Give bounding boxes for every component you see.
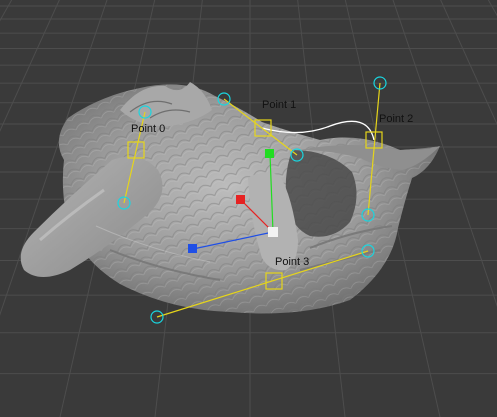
control-point-label: Point 1 xyxy=(262,99,296,111)
gizmo-center-handle[interactable] xyxy=(268,227,278,237)
scene-canvas[interactable]: Point 0 Point 1 Point 2 Point 3 xyxy=(0,0,497,417)
control-point-label: Point 2 xyxy=(379,113,413,125)
control-point-label: Point 3 xyxy=(275,256,309,268)
gizmo-z-axis-handle[interactable] xyxy=(236,195,245,204)
gizmo-x-axis-handle[interactable] xyxy=(188,244,197,253)
3d-viewport[interactable]: Point 0 Point 1 Point 2 Point 3 xyxy=(0,0,497,417)
gizmo-y-axis-handle[interactable] xyxy=(265,149,274,158)
control-point-label: Point 0 xyxy=(131,123,165,135)
